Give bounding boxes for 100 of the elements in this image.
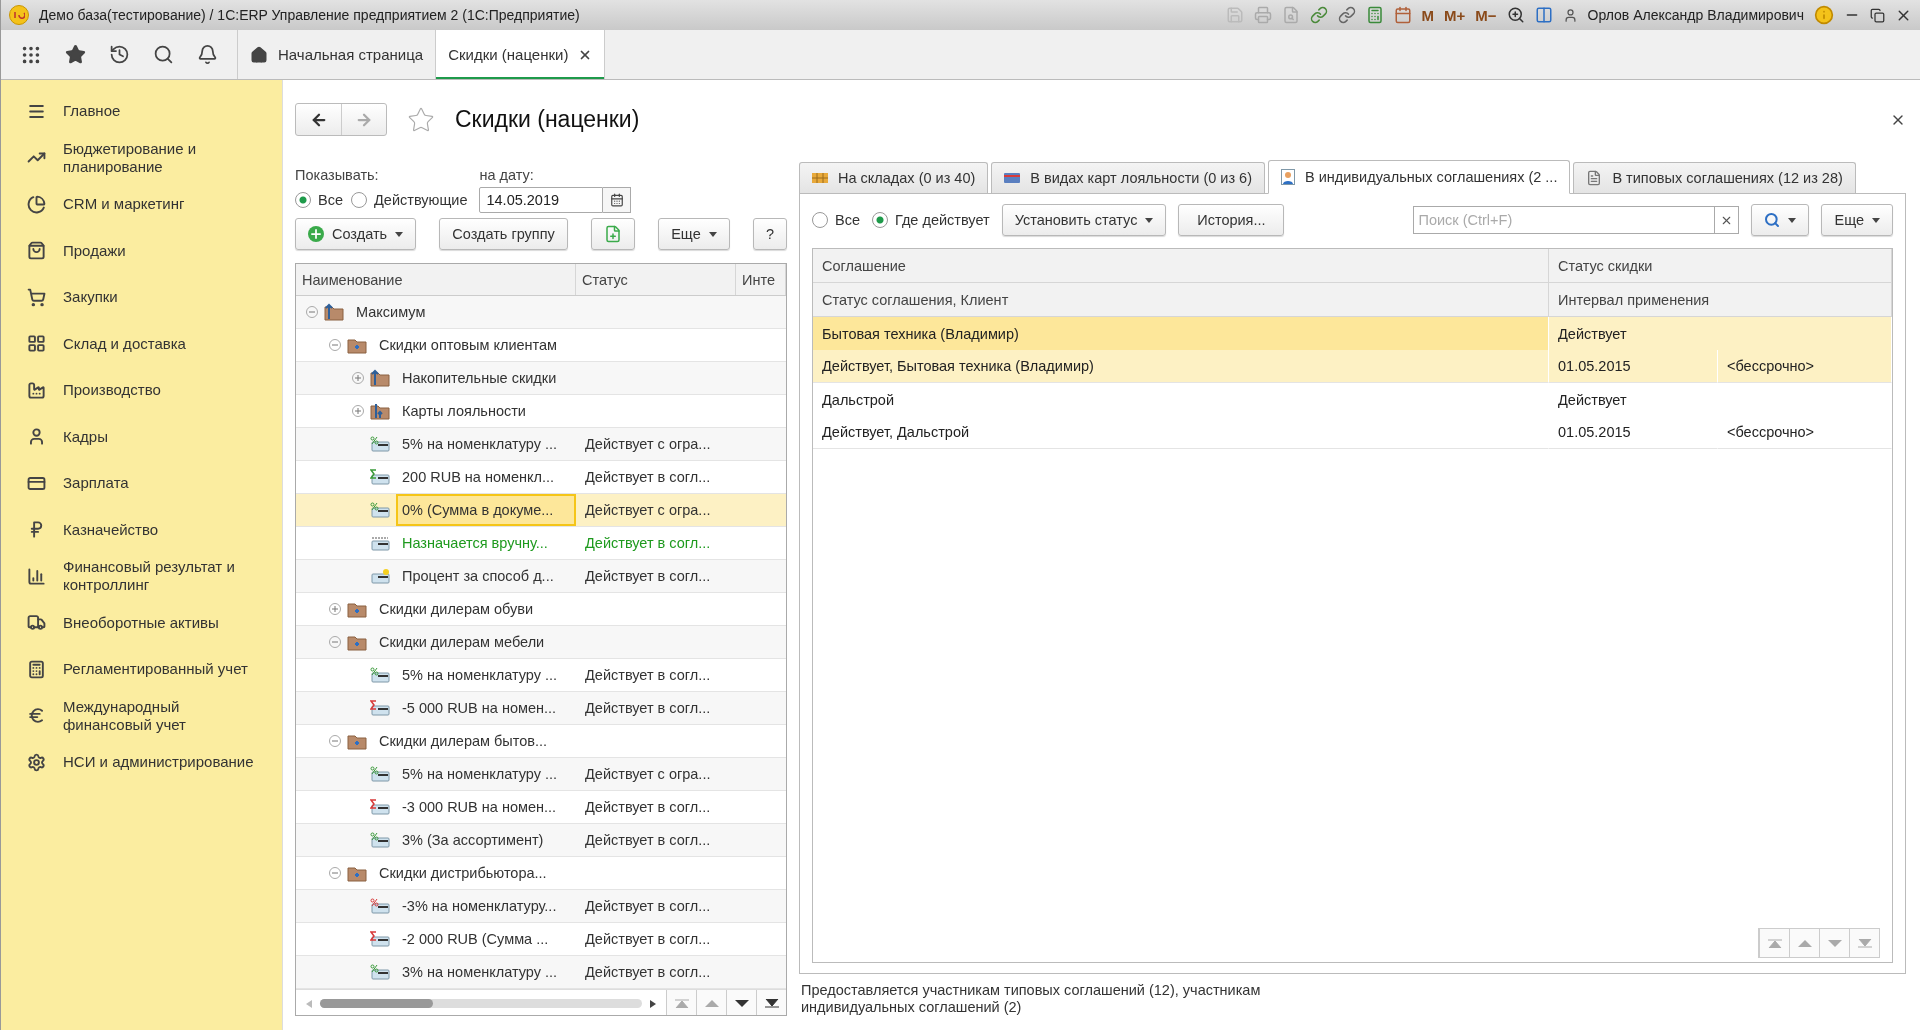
table-cell-text: Действует в согл... (584, 831, 712, 850)
date-field[interactable]: 14.05.2019 (479, 187, 604, 213)
table-row[interactable]: Максимум (296, 296, 786, 329)
sidebar-label: Производство (63, 381, 162, 400)
table-cell-text: Назначается вручну... (401, 534, 549, 553)
action-button[interactable]: Создать группу (439, 218, 568, 250)
sidebar-label: Финансовый результат и контроллинг (63, 558, 236, 595)
sidebar-item[interactable]: Склад и доставка (1, 320, 282, 367)
sidebar-item[interactable]: Бюджетирование и планирование (1, 134, 282, 181)
sidebar-item[interactable]: Закупки (1, 274, 282, 321)
table-cell-text: Скидки оптовым клиентам (378, 336, 559, 355)
sidebar-item[interactable]: Регламентированный учет (1, 646, 282, 693)
table-cell: Действует, Бытовая техника (Владимир) (813, 350, 1549, 383)
table-cell-text: 3% (За ассортимент) (401, 831, 545, 850)
sidebar-item[interactable]: CRM и маркетинг (1, 181, 282, 228)
tab[interactable]: В типовых соглашениях (12 из 28) (1573, 162, 1856, 193)
radio-button[interactable]: Все (812, 212, 860, 228)
table-cell-text: Действует в согл... (584, 534, 712, 553)
search-field[interactable]: Поиск (Ctrl+F) (1413, 206, 1716, 234)
history-button[interactable]: История... (1178, 204, 1285, 236)
table-row[interactable]: 3% на номенклатуру ... Действует в согл... (296, 956, 786, 989)
radio-button[interactable]: Все (295, 192, 343, 208)
column-header[interactable]: Статус (576, 264, 736, 295)
table-cell-text: Скидки дилерам бытов... (378, 732, 549, 751)
table-cell-text: Действует в согл... (584, 666, 712, 685)
sidebar-item[interactable]: Финансовый результат и контроллинг (1, 553, 282, 600)
more-button[interactable]: Еще (658, 218, 730, 250)
table-row[interactable]: 0% (Сумма в докуме... Действует с огра... (296, 494, 786, 527)
sidebar-label: Кадры (63, 427, 109, 446)
table-cell-text: -2 000 RUB (Сумма ... (401, 930, 550, 949)
table-row[interactable]: 3% (За ассортимент) Действует в согл... (296, 824, 786, 857)
action-button[interactable]: ? (752, 218, 787, 250)
tab[interactable]: В индивидуальных соглашениях (2 ... (1268, 160, 1571, 194)
table-cell-text: Действует с огра... (584, 501, 712, 520)
table-cell: 01.05.2015 (1549, 350, 1718, 383)
table-cell-text: Действует с огра... (584, 435, 712, 454)
sidebar-item[interactable]: Международный финансовый учет (1, 692, 282, 739)
table-cell: Действует (1549, 317, 1892, 350)
memory-button[interactable]: M (1421, 6, 1435, 24)
radio-button[interactable]: Где действует (872, 212, 990, 228)
table-cell-text: 5% на номенклатуру ... (401, 765, 559, 784)
table-cell-text: Накопительные скидки (401, 369, 558, 388)
show-label: Показывать: (295, 167, 380, 183)
table-cell-text: Действует в согл... (584, 963, 712, 982)
table-row[interactable]: Процент за способ д... Действует в согл... (296, 560, 786, 593)
column-header[interactable]: Соглашение (813, 249, 1549, 283)
set-status-button[interactable]: Установить статус (1001, 204, 1167, 236)
table-cell-text: Действует в согл... (584, 930, 712, 949)
table-row[interactable]: -5 000 RUB на номен... Действует в согл... (296, 692, 786, 725)
sidebar-label: Бюджетирование и планирование (63, 139, 198, 176)
table-cell-text: Максимум (355, 303, 427, 322)
table-cell-text: Действует с огра... (584, 765, 712, 784)
column-header[interactable]: Инте (736, 264, 786, 295)
table-cell[interactable]: Бытовая техника (Владимир) (813, 317, 1549, 350)
user-name[interactable]: Орлов Александр Владимирович (1587, 7, 1804, 23)
sidebar-item[interactable]: Главное (1, 88, 282, 135)
table-row[interactable]: 5% на номенклатуру ... Действует с огра... (296, 758, 786, 791)
table-cell-text: 5% на номенклатуру ... (401, 666, 559, 685)
table-row[interactable]: Накопительные скидки (296, 362, 786, 395)
sidebar-item[interactable]: Зарплата (1, 460, 282, 507)
table-cell-text: -5 000 RUB на номен... (401, 699, 558, 718)
table-row[interactable]: 5% на номенклатуру ... Действует с огра... (296, 428, 786, 461)
sidebar-item[interactable]: Производство (1, 367, 282, 414)
sidebar-label: Продажи (63, 241, 127, 260)
sidebar-item[interactable]: НСИ и администрирование (1, 739, 282, 786)
sidebar-label: Международный финансовый учет (63, 697, 187, 734)
more-button[interactable]: Еще (1821, 204, 1893, 236)
column-header[interactable]: Интервал применения (1549, 283, 1892, 317)
sidebar-label: Зарплата (63, 474, 130, 493)
open-tab[interactable]: Скидки (наценки) (436, 30, 606, 79)
create-button[interactable]: Создать (295, 218, 417, 250)
table-cell-text: Действует в согл... (584, 699, 712, 718)
sidebar-item[interactable]: Внеоборотные активы (1, 599, 282, 646)
table-cell-text: 3% на номенклатуру ... (401, 963, 559, 982)
table-cell-text: Скидки дилерам обуви (378, 600, 535, 619)
sidebar-label: Казначейство (63, 520, 160, 539)
table-row[interactable]: -3% на номенклатуру... Действует в согл... (296, 890, 786, 923)
table-cell-text: -3 000 RUB на номен... (401, 798, 558, 817)
tab[interactable]: На складах (0 из 40) (799, 162, 989, 193)
sidebar-item[interactable]: Продажи (1, 227, 282, 274)
table-cell-text: Действует в согл... (584, 897, 712, 916)
table-cell-text: Действует в согл... (584, 567, 712, 586)
column-header[interactable]: Статус скидки (1549, 249, 1892, 283)
sidebar-item[interactable]: Кадры (1, 413, 282, 460)
table-cell-text: Карты лояльности (401, 402, 527, 421)
tab[interactable]: В видах карт лояльности (0 из 6) (991, 162, 1265, 193)
footer-note: Предоставляется участникам типовых соглашений (12), участникам индивидуальных соглашений (2) (801, 982, 1262, 1016)
column-header[interactable]: Статус соглашения, Клиент (813, 283, 1549, 317)
table-cell-text: Процент за способ д... (401, 567, 555, 586)
table-cell: <бессрочно> (1718, 350, 1892, 383)
radio-button[interactable]: Действующие (351, 192, 468, 208)
table-cell-text: Скидки дистрибьютора... (378, 864, 548, 883)
memory-button[interactable]: M+ (1444, 6, 1466, 24)
memory-button[interactable]: M− (1475, 6, 1497, 24)
table-cell-text: 5% на номенклатуру ... (401, 435, 559, 454)
column-header[interactable]: Наименование (296, 264, 576, 295)
sidebar-label: Главное (63, 102, 122, 121)
sidebar-label: Закупки (63, 288, 119, 307)
sidebar-item[interactable]: Казначейство (1, 506, 282, 553)
table-row[interactable]: Скидки дилерам мебели (296, 626, 786, 659)
